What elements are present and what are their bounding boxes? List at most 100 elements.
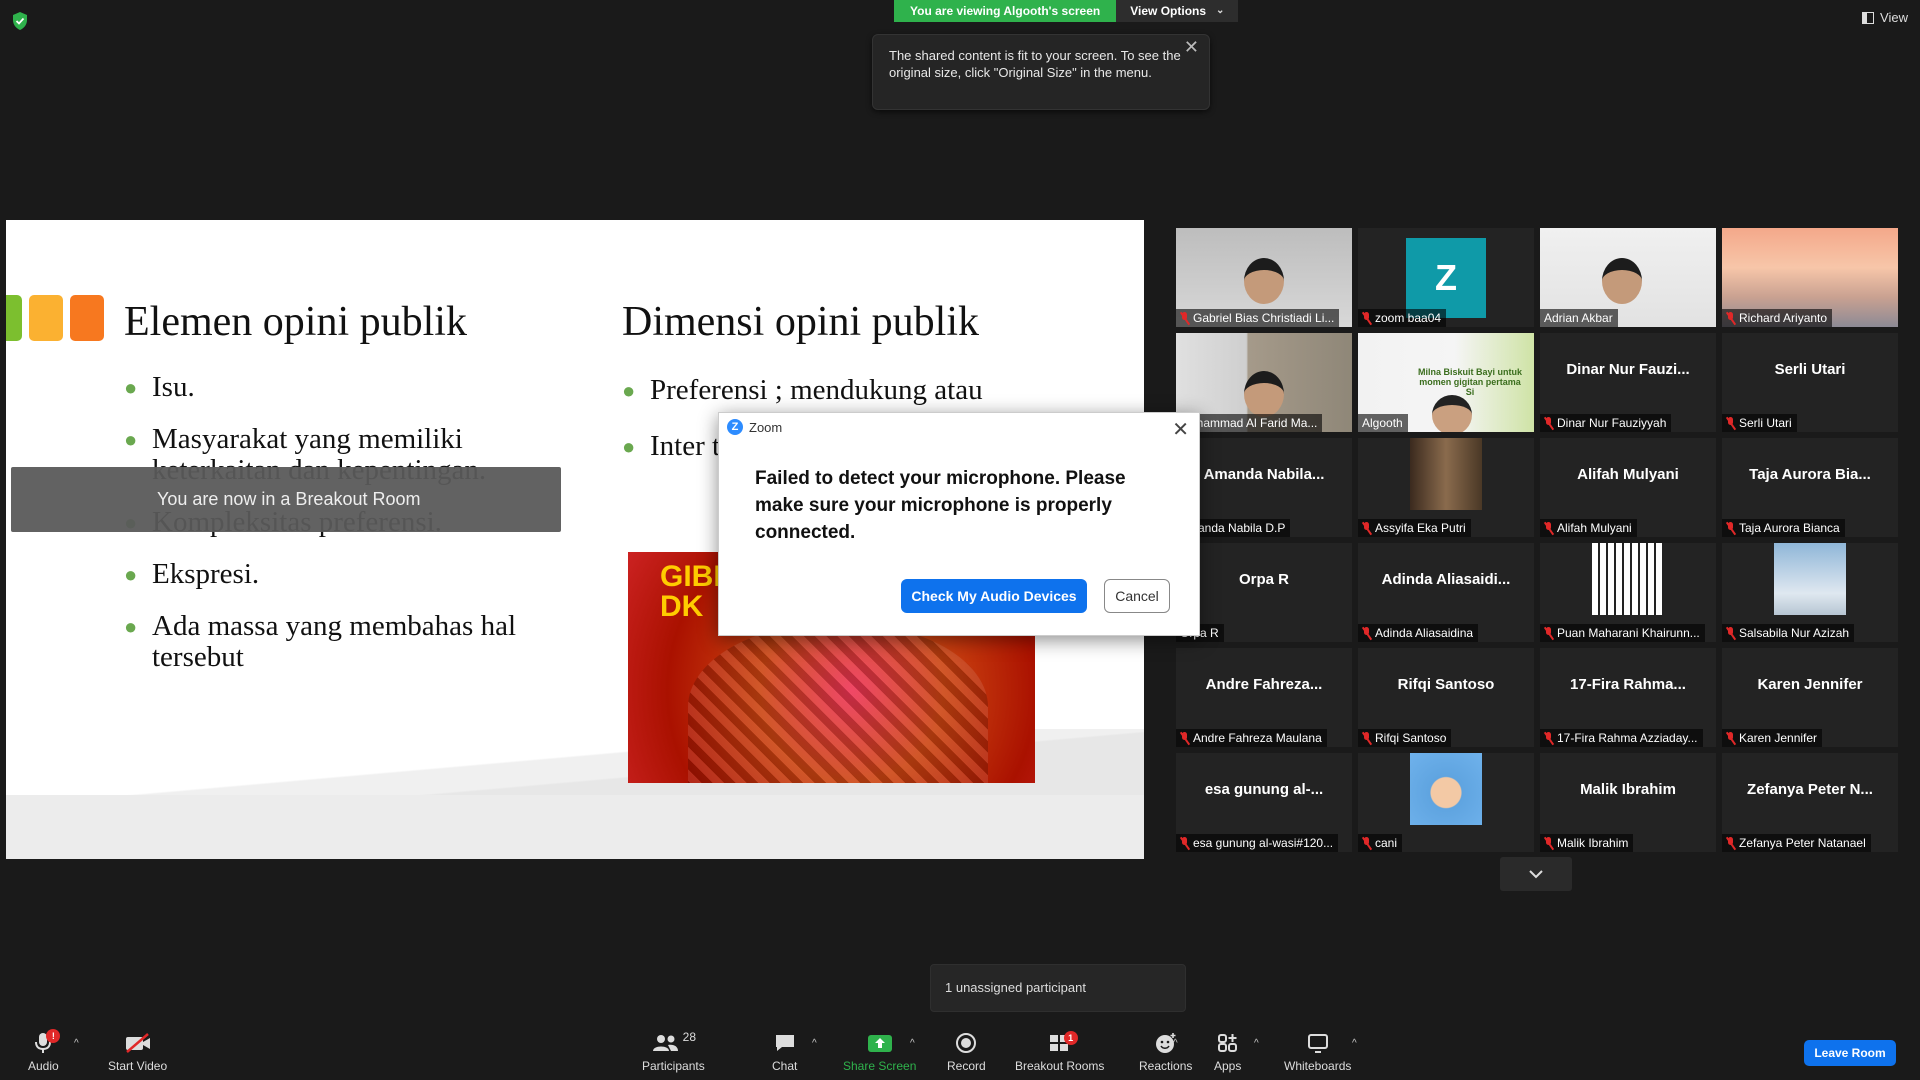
leave-room-button[interactable]: Leave Room xyxy=(1804,1040,1896,1066)
participant-tile[interactable]: Serli Utari Serli Utari xyxy=(1722,333,1898,432)
participant-tile[interactable]: Orpa ROrpa R xyxy=(1176,543,1352,642)
participant-name: Taja Aurora Bia... xyxy=(1749,466,1871,483)
participant-name: 17-Fira Rahma... xyxy=(1570,676,1686,693)
viewing-screen-label: You are viewing Algooth's screen xyxy=(894,0,1117,22)
record-label: Record xyxy=(947,1059,986,1073)
participant-label: Taja Aurora Bianca xyxy=(1722,519,1845,537)
participant-tile[interactable]: Andre Fahreza... Andre Fahreza Maulana xyxy=(1176,648,1352,747)
participant-label: Andre Fahreza Maulana xyxy=(1176,729,1327,747)
view-button[interactable]: View xyxy=(1862,10,1908,25)
muted-microphone-icon xyxy=(1544,731,1553,745)
screen-share-banner: You are viewing Algooth's screen View Op… xyxy=(894,0,1239,22)
avatar xyxy=(1410,753,1482,825)
participant-label-text: Andre Fahreza Maulana xyxy=(1193,731,1322,745)
unassigned-participant-notice[interactable]: 1 unassigned participant xyxy=(930,964,1186,1012)
reactions-button[interactable]: Reactions xyxy=(1139,1030,1192,1073)
participants-icon xyxy=(652,1035,678,1051)
chevron-down-icon: ⌄ xyxy=(1216,5,1225,16)
participant-face xyxy=(1244,258,1284,304)
participant-tile[interactable]: Milna Biskuit Bayi untuk momen gigitan p… xyxy=(1358,333,1534,432)
participant-tile[interactable]: Malik Ibrahim Malik Ibrahim xyxy=(1540,753,1716,852)
participant-label-text: cani xyxy=(1375,836,1398,850)
audio-button[interactable]: ! Audio xyxy=(28,1029,61,1073)
dialog-close-icon[interactable]: ✕ xyxy=(1172,417,1189,442)
muted-microphone-icon xyxy=(1726,626,1735,640)
participant-tile[interactable]: Gabriel Bias Christiadi Li... xyxy=(1176,228,1352,327)
participant-tile[interactable]: Dinar Nur Fauzi... Dinar Nur Fauziyyah xyxy=(1540,333,1716,432)
participant-label-text: Muhammad Al Farid Ma... xyxy=(1180,416,1318,430)
participant-tile[interactable]: Zefanya Peter N... Zefanya Peter Natanael xyxy=(1722,753,1898,852)
participant-face xyxy=(1602,258,1642,304)
slide-footer-band xyxy=(6,795,1144,859)
whiteboards-button[interactable]: Whiteboards xyxy=(1284,1030,1351,1073)
muted-microphone-icon xyxy=(1544,836,1553,850)
participant-name: esa gunung al-... xyxy=(1204,781,1324,798)
apps-button[interactable]: Apps xyxy=(1214,1030,1241,1073)
breakout-room-notice: You are now in a Breakout Room xyxy=(11,467,561,532)
breakout-rooms-button[interactable]: 1 Breakout Rooms xyxy=(1015,1030,1104,1073)
close-icon[interactable]: ✕ xyxy=(1184,38,1199,56)
participant-tile[interactable]: cani xyxy=(1358,753,1534,852)
bullet-item: ● Ekspresi. xyxy=(124,558,260,590)
audio-options-caret-icon[interactable]: ^ xyxy=(74,1038,79,1049)
whiteboard-icon xyxy=(1307,1034,1328,1053)
share-screen-button[interactable]: Share Screen xyxy=(843,1030,916,1073)
security-shield-icon[interactable] xyxy=(12,12,28,30)
participant-tile[interactable]: Amanda Nabila... Amanda Nabila D.P xyxy=(1176,438,1352,537)
participant-tile[interactable]: Rifqi Santoso Rifqi Santoso xyxy=(1358,648,1534,747)
yellow-square-decoration xyxy=(29,295,63,341)
cancel-button[interactable]: Cancel xyxy=(1104,579,1170,613)
participants-count: 28 xyxy=(682,1030,697,1044)
whiteboards-options-caret-icon[interactable]: ^ xyxy=(1352,1038,1357,1049)
participant-name: Malik Ibrahim xyxy=(1580,781,1676,798)
muted-microphone-icon xyxy=(1726,836,1735,850)
apps-options-caret-icon[interactable]: ^ xyxy=(1254,1038,1259,1049)
participant-tile[interactable]: 17-Fira Rahma... 17-Fira Rahma Azziaday..… xyxy=(1540,648,1716,747)
participant-tile[interactable]: Adrian Akbar xyxy=(1540,228,1716,327)
participant-label: Malik Ibrahim xyxy=(1540,834,1634,852)
view-options-button[interactable]: View Options ⌄ xyxy=(1116,0,1239,22)
record-button[interactable]: Record xyxy=(947,1030,986,1073)
participant-name: Karen Jennifer xyxy=(1757,676,1863,693)
tooltip-text: The shared content is fit to your screen… xyxy=(889,48,1181,80)
participant-tile[interactable]: Adinda Aliasaidi... Adinda Aliasaidina xyxy=(1358,543,1534,642)
audio-label: Audio xyxy=(28,1059,59,1073)
check-audio-devices-button[interactable]: Check My Audio Devices xyxy=(901,579,1087,613)
participant-label: Zefanya Peter Natanael xyxy=(1722,834,1871,852)
start-video-label: Start Video xyxy=(108,1059,168,1073)
dialog-header: Z Zoom xyxy=(727,419,782,435)
muted-microphone-icon xyxy=(1180,836,1189,850)
participant-tile[interactable]: esa gunung al-... esa gunung al-wasi#120.… xyxy=(1176,753,1352,852)
muted-microphone-icon xyxy=(1726,521,1735,535)
share-options-caret-icon[interactable]: ^ xyxy=(910,1038,915,1049)
dialog-message: Failed to detect your microphone. Please… xyxy=(755,468,1126,543)
participant-label-text: Alifah Mulyani xyxy=(1557,521,1632,535)
chat-button[interactable]: Chat xyxy=(772,1030,797,1073)
participant-tile[interactable]: Richard Ariyanto xyxy=(1722,228,1898,327)
gallery-next-page-button[interactable] xyxy=(1500,857,1572,891)
participant-tile[interactable]: Salsabila Nur Azizah xyxy=(1722,543,1898,642)
participant-face xyxy=(1432,395,1472,432)
start-video-button[interactable]: Start Video xyxy=(108,1030,167,1073)
participants-button[interactable]: 28 Participants xyxy=(642,1030,705,1073)
participant-tile[interactable]: Puan Maharani Khairunn... xyxy=(1540,543,1716,642)
crowd-photo xyxy=(688,622,988,783)
participants-label: Participants xyxy=(642,1059,705,1073)
share-screen-icon xyxy=(867,1035,892,1052)
avatar xyxy=(1410,438,1482,510)
participant-tile[interactable]: Karen Jennifer Karen Jennifer xyxy=(1722,648,1898,747)
participant-label: Adrian Akbar xyxy=(1540,309,1618,327)
reactions-options-caret-icon[interactable]: ^ xyxy=(1173,1038,1178,1049)
participant-name: Adinda Aliasaidi... xyxy=(1381,571,1511,588)
participant-tile[interactable]: Zzoom baa04 xyxy=(1358,228,1534,327)
slide-left-title: Elemen opini publik xyxy=(124,299,467,345)
apps-label: Apps xyxy=(1214,1059,1242,1073)
participant-tile[interactable]: Taja Aurora Bia... Taja Aurora Bianca xyxy=(1722,438,1898,537)
avatar: Z xyxy=(1406,238,1486,318)
chat-options-caret-icon[interactable]: ^ xyxy=(812,1038,817,1049)
algooth-ad-text: Milna Biskuit Bayi untuk momen gigitan p… xyxy=(1417,367,1522,397)
participant-label: Assyifa Eka Putri xyxy=(1358,519,1471,537)
participant-tile[interactable]: Assyifa Eka Putri xyxy=(1358,438,1534,537)
participant-tile[interactable]: Alifah Mulyani Alifah Mulyani xyxy=(1540,438,1716,537)
participant-tile[interactable]: Muhammad Al Farid Ma... xyxy=(1176,333,1352,432)
